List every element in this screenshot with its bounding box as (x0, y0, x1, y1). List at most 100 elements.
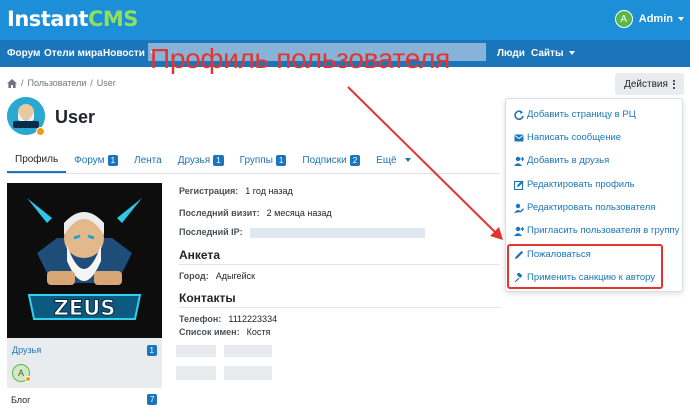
menu-item-invite-group[interactable]: Пригласить пользователя в группу (514, 225, 679, 236)
tab-label: Подписки (302, 154, 347, 166)
tab-label: Профиль (15, 153, 59, 165)
logo-accent-text: CMS (87, 7, 138, 31)
annotation-title: Профиль пользователя (150, 43, 450, 74)
nav-item-sites-label: Сайты (531, 48, 564, 59)
phone-row: Телефон: 1112223334 (179, 314, 277, 324)
blog-widget-title[interactable]: Блог (11, 395, 30, 405)
registration-value: 1 год назад (245, 186, 293, 196)
names-label: Список имен: (179, 327, 240, 337)
blurred-content (176, 366, 216, 380)
contacts-title: Контакты (179, 291, 236, 305)
nav-item-news-label: Новости (103, 48, 145, 59)
chevron-down-icon (678, 17, 684, 21)
breadcrumb-separator: / (90, 78, 93, 88)
menu-item-label: Пригласить пользователя в группу (527, 225, 680, 236)
tab-profile[interactable]: Профиль (7, 147, 67, 173)
breadcrumb-item-users[interactable]: Пользователи (28, 78, 87, 88)
section-divider (179, 307, 500, 308)
annotation-highlight-box (507, 244, 663, 289)
profile-cover-image[interactable]: ZEUS (7, 183, 162, 338)
menu-item-label: Написать сообщение (527, 132, 622, 143)
menu-item-label: Редактировать профиль (527, 179, 635, 190)
count-badge: 1 (275, 154, 287, 166)
nav-item-forum[interactable]: Форум (7, 40, 40, 67)
city-label: Город: (179, 271, 209, 281)
breadcrumb-item-current: User (96, 78, 116, 88)
user-name: Admin (638, 13, 673, 25)
user-edit-icon (514, 203, 524, 213)
tabs-divider (7, 173, 500, 174)
blog-count-badge: 7 (147, 394, 158, 405)
phone-value: 1112223334 (228, 314, 278, 324)
blurred-content (176, 345, 216, 357)
breadcrumb-separator: / (21, 78, 24, 88)
blurred-content (224, 366, 272, 380)
tab-feed[interactable]: Лента (126, 147, 170, 173)
blurred-content (224, 345, 272, 357)
nav-item-hotels[interactable]: Отели мира (44, 40, 103, 67)
last-ip-label: Последний IP: (179, 227, 243, 237)
kebab-menu-icon (672, 79, 675, 89)
tab-label: Форум (74, 154, 105, 166)
friends-widget-title[interactable]: Друзья (12, 345, 41, 355)
top-header: InstantCMS A Admin (0, 0, 690, 40)
online-status-dot (36, 127, 45, 136)
count-badge: 1 (107, 154, 119, 166)
tab-more[interactable]: Ещё (368, 147, 418, 173)
logo-text: Instant (7, 7, 88, 31)
last-visit-label: Последний визит: (179, 208, 260, 218)
friends-widget: Друзья 1 A (7, 338, 162, 388)
tab-label: Ещё (376, 154, 397, 166)
zeus-cover-image: ZEUS (7, 183, 162, 338)
tab-label: Друзья (177, 154, 211, 166)
phone-label: Телефон: (179, 314, 222, 324)
tab-forum[interactable]: Форум 1 (66, 147, 126, 173)
city-value: Адыгейск (215, 271, 256, 281)
count-badge: 2 (349, 154, 361, 166)
cover-text: ZEUS (54, 296, 116, 320)
friends-count-badge: 1 (146, 345, 157, 356)
message-icon (514, 134, 524, 141)
menu-item-add-page[interactable]: Добавить страницу в РЦ (514, 109, 636, 120)
tab-label: Лента (134, 154, 162, 166)
menu-item-add-friend[interactable]: Добавить в друзья (514, 155, 609, 166)
blurred-ip (249, 227, 425, 238)
tab-friends[interactable]: Друзья 1 (170, 147, 232, 173)
profile-name: User (55, 107, 96, 127)
breadcrumb: / Пользователи / User (7, 78, 116, 88)
menu-item-label: Редактировать пользователя (527, 202, 656, 213)
edit-icon (514, 180, 524, 190)
tab-groups[interactable]: Группы 1 (232, 147, 295, 173)
user-menu[interactable]: A Admin (614, 8, 684, 30)
nav-item-sites[interactable]: Сайты (531, 40, 575, 67)
last-visit-value: 2 месяца назад (266, 208, 332, 218)
home-icon[interactable] (7, 78, 17, 88)
last-ip-row: Последний IP: (179, 227, 425, 238)
menu-item-edit-user[interactable]: Редактировать пользователя (514, 202, 655, 213)
registration-row: Регистрация: 1 год назад (179, 186, 293, 196)
chevron-down-icon (404, 158, 411, 162)
tab-subscriptions[interactable]: Подписки 2 (294, 147, 368, 173)
actions-button[interactable]: Действия (615, 73, 684, 95)
registration-label: Регистрация: (179, 186, 239, 196)
chevron-down-icon (568, 51, 575, 56)
count-badge: 1 (213, 154, 224, 166)
section-divider (179, 264, 500, 265)
menu-item-edit-profile[interactable]: Редактировать профиль (514, 179, 635, 190)
friend-status-dot (25, 376, 31, 382)
anketa-title: Анкета (179, 248, 220, 262)
user-plus-icon (514, 156, 524, 166)
menu-item-label: Добавить страницу в РЦ (527, 109, 636, 120)
names-value: Костя (246, 327, 271, 337)
site-logo[interactable]: InstantCMS (7, 7, 138, 31)
menu-item-label: Добавить в друзья (527, 155, 610, 166)
refresh-icon (514, 109, 524, 120)
nav-item-people[interactable]: Люди (497, 40, 525, 67)
profile-tabs: Профиль Форум 1 Лента Друзья 1 Группы 1 Под… (7, 147, 419, 173)
avatar: A (614, 10, 633, 28)
actions-button-label: Действия (624, 78, 668, 90)
last-visit-row: Последний визит: 2 месяца назад (179, 208, 332, 218)
city-row: Город: Адыгейск (179, 271, 255, 281)
names-row: Список имен: Костя (179, 327, 270, 337)
menu-item-write-message[interactable]: Написать сообщение (514, 132, 621, 143)
